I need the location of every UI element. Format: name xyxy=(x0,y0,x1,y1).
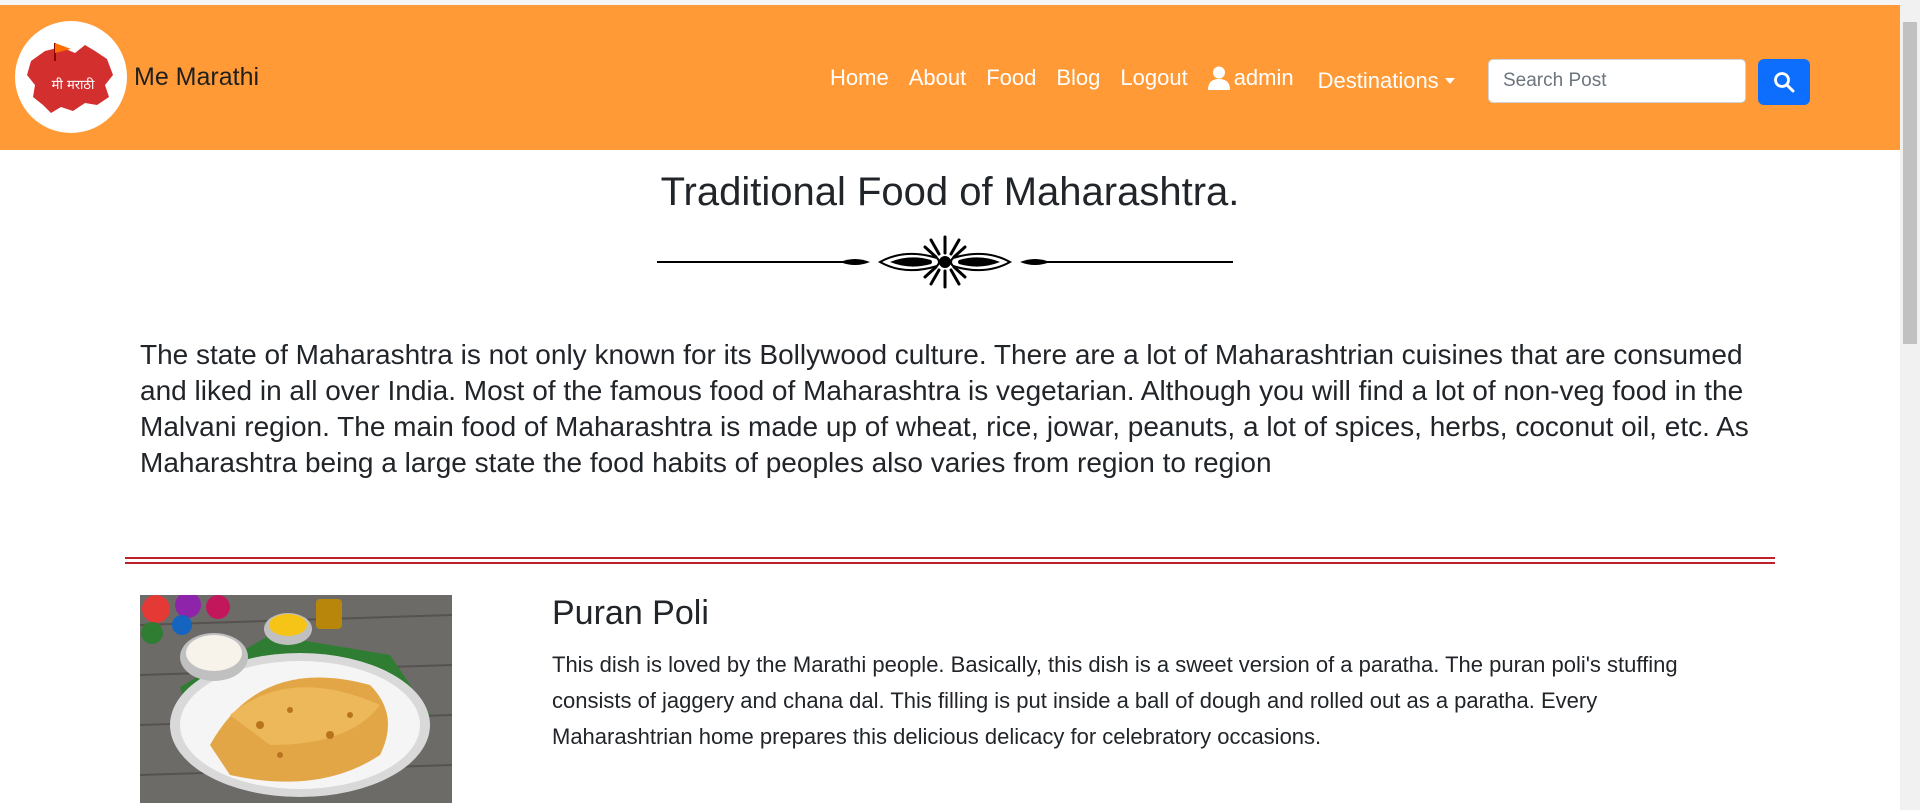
brand-logo[interactable]: मी मराठी xyxy=(15,21,127,133)
maharashtra-map-logo-icon: मी मराठी xyxy=(27,43,113,113)
nav-logout[interactable]: Logout xyxy=(1120,65,1187,91)
scrollbar-thumb[interactable] xyxy=(1903,22,1917,344)
page-title: Traditional Food of Maharashtra. xyxy=(660,170,1240,214)
food-title: Puran Poli xyxy=(552,594,709,632)
logo-text: मी मराठी xyxy=(52,77,95,93)
nav-user-label: admin xyxy=(1233,65,1294,90)
search-icon xyxy=(1774,72,1795,93)
nav-user[interactable]: admin xyxy=(1207,65,1294,91)
scrollbar[interactable] xyxy=(1900,0,1920,810)
navbar: मी मराठी Me Marathi Home About Food Blog… xyxy=(0,5,1900,150)
food-image-puran-poli xyxy=(140,595,452,803)
nav-links: Home About Food Blog Logout admin Destin… xyxy=(830,60,1455,96)
divider-rule xyxy=(125,557,1775,559)
user-icon xyxy=(1207,66,1230,90)
nav-about[interactable]: About xyxy=(909,65,967,91)
intro-paragraph: The state of Maharashtra is not only kno… xyxy=(140,339,1749,478)
nav-food[interactable]: Food xyxy=(986,65,1036,91)
food-description: This dish is loved by the Marathi people… xyxy=(552,652,1678,749)
destinations-label: Destinations xyxy=(1317,68,1439,93)
nav-home[interactable]: Home xyxy=(830,65,889,91)
destinations-dropdown[interactable]: Destinations xyxy=(1318,68,1455,94)
page: मी मराठी Me Marathi Home About Food Blog… xyxy=(0,0,1920,810)
ornament-divider xyxy=(657,235,1233,289)
search-input[interactable] xyxy=(1488,59,1746,103)
search-button[interactable] xyxy=(1758,59,1810,105)
divider-rule xyxy=(125,562,1775,564)
caret-down-icon xyxy=(1444,78,1455,84)
nav-blog[interactable]: Blog xyxy=(1056,65,1100,91)
brand-name[interactable]: Me Marathi xyxy=(134,63,259,92)
